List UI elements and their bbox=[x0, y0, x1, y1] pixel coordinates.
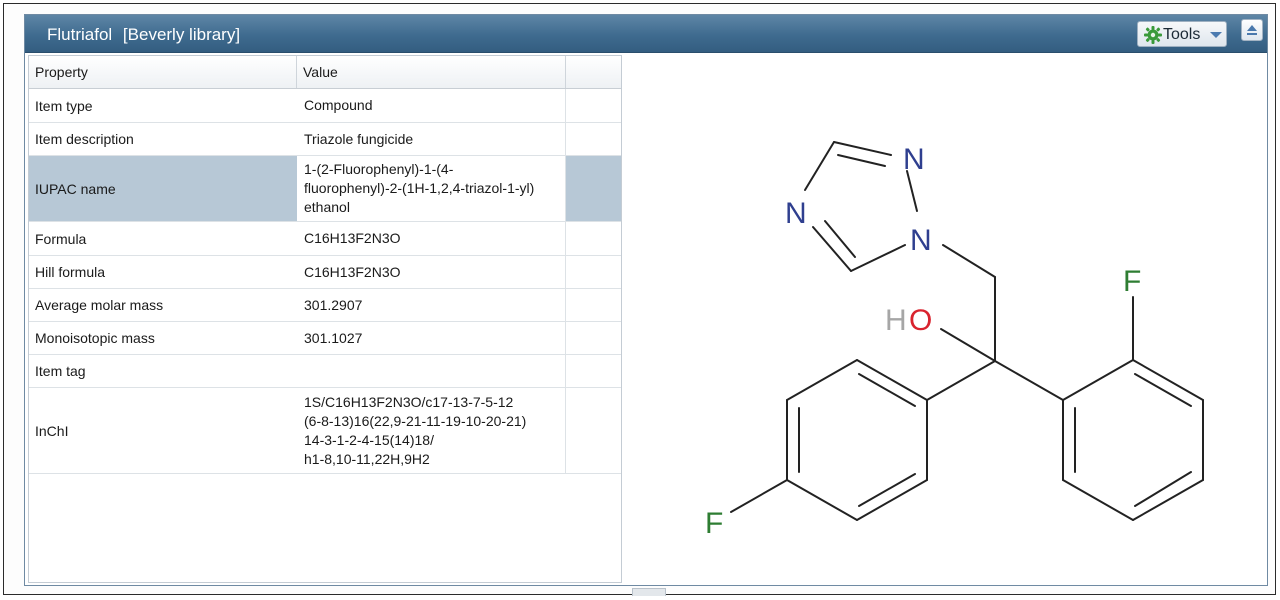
table-row[interactable]: Item type Compound bbox=[29, 89, 621, 123]
bond bbox=[812, 226, 852, 272]
bond bbox=[994, 360, 1064, 401]
table-row[interactable]: InChI 1S/C16H13F2N3O/c17-13-7-5-12 (6-8-… bbox=[29, 388, 621, 474]
tools-label: Tools bbox=[1163, 26, 1201, 43]
chevron-down-icon bbox=[1210, 32, 1222, 38]
value-cell: 1-(2-Fluorophenyl)-1-(4- fluorophenyl)-2… bbox=[297, 156, 566, 221]
table-row[interactable]: Average molar mass 301.2907 bbox=[29, 289, 621, 322]
value-cell: C16H13F2N3O bbox=[297, 222, 566, 255]
value-cell: Compound bbox=[297, 89, 566, 122]
library-name: [Beverly library] bbox=[122, 25, 241, 44]
bond bbox=[926, 360, 996, 401]
atom-label-n: N bbox=[785, 197, 807, 230]
property-cell: Item tag bbox=[35, 363, 86, 379]
bond bbox=[1134, 471, 1192, 507]
property-cell: Monoisotopic mass bbox=[35, 330, 155, 346]
table-row[interactable]: Monoisotopic mass 301.1027 bbox=[29, 322, 621, 355]
table-row[interactable]: Hill formula C16H13F2N3O bbox=[29, 256, 621, 289]
atom-label-h: H bbox=[885, 304, 907, 337]
bond bbox=[837, 154, 886, 167]
value-cell: 301.2907 bbox=[297, 289, 566, 321]
eject-icon bbox=[1247, 25, 1257, 35]
bond bbox=[940, 328, 996, 362]
atom-label-n: N bbox=[903, 143, 925, 176]
value-cell: 301.1027 bbox=[297, 322, 566, 354]
bond bbox=[1062, 479, 1134, 521]
gear-icon bbox=[1144, 26, 1162, 44]
tools-menu-button[interactable]: Tools bbox=[1137, 21, 1227, 47]
bond bbox=[833, 141, 892, 156]
compound-name: Flutriafol bbox=[47, 25, 113, 44]
property-grid: Property Value Item type Compound Item d… bbox=[28, 55, 622, 583]
property-cell: Average molar mass bbox=[35, 297, 164, 313]
bond bbox=[942, 244, 996, 278]
grid-header: Property Value bbox=[29, 56, 621, 89]
value-cell: Triazole fungicide bbox=[297, 123, 566, 155]
table-row-selected[interactable]: IUPAC name 1-(2-Fluorophenyl)-1-(4- fluo… bbox=[29, 156, 621, 222]
bond bbox=[804, 141, 835, 191]
property-cell: IUPAC name bbox=[35, 180, 116, 197]
bond bbox=[730, 479, 788, 513]
property-cell: Item type bbox=[35, 97, 93, 114]
table-row[interactable]: Formula C16H13F2N3O bbox=[29, 222, 621, 256]
bond bbox=[858, 373, 916, 407]
atom-label-o: O bbox=[909, 304, 932, 337]
value-cell: C16H13F2N3O bbox=[297, 256, 566, 288]
structure-viewer: N N N H O F F bbox=[705, 141, 1204, 540]
column-header-property[interactable]: Property bbox=[29, 56, 297, 88]
bond bbox=[824, 220, 856, 258]
column-header-filler bbox=[566, 56, 621, 88]
panel-titlebar: Flutriafol [Beverly library] Tools bbox=[25, 15, 1267, 53]
bond bbox=[1134, 373, 1192, 407]
value-cell bbox=[297, 355, 566, 387]
table-row[interactable]: Item description Triazole fungicide bbox=[29, 123, 621, 156]
value-cell: 1S/C16H13F2N3O/c17-13-7-5-12 (6-8-13)16(… bbox=[297, 388, 566, 473]
collapse-panel-button[interactable] bbox=[1241, 19, 1263, 41]
compound-panel: Flutriafol [Beverly library] Tools Prope… bbox=[24, 14, 1268, 586]
table-row[interactable]: Item tag bbox=[29, 355, 621, 388]
bond bbox=[786, 479, 858, 521]
bond bbox=[1062, 359, 1134, 401]
bond bbox=[786, 359, 858, 401]
atom-label-f: F bbox=[1123, 265, 1141, 298]
atom-label-n: N bbox=[910, 224, 932, 257]
property-cell: Item description bbox=[35, 131, 134, 147]
bond bbox=[906, 170, 918, 212]
panel-title: Flutriafol [Beverly library] bbox=[47, 25, 240, 45]
bond bbox=[850, 244, 906, 272]
property-cell: Hill formula bbox=[35, 264, 106, 280]
atom-label-f: F bbox=[705, 507, 723, 540]
column-header-value[interactable]: Value bbox=[297, 56, 566, 88]
bond bbox=[858, 473, 916, 507]
property-cell: Formula bbox=[35, 230, 87, 247]
property-cell: InChI bbox=[35, 422, 69, 439]
splitter-handle[interactable] bbox=[632, 588, 666, 596]
